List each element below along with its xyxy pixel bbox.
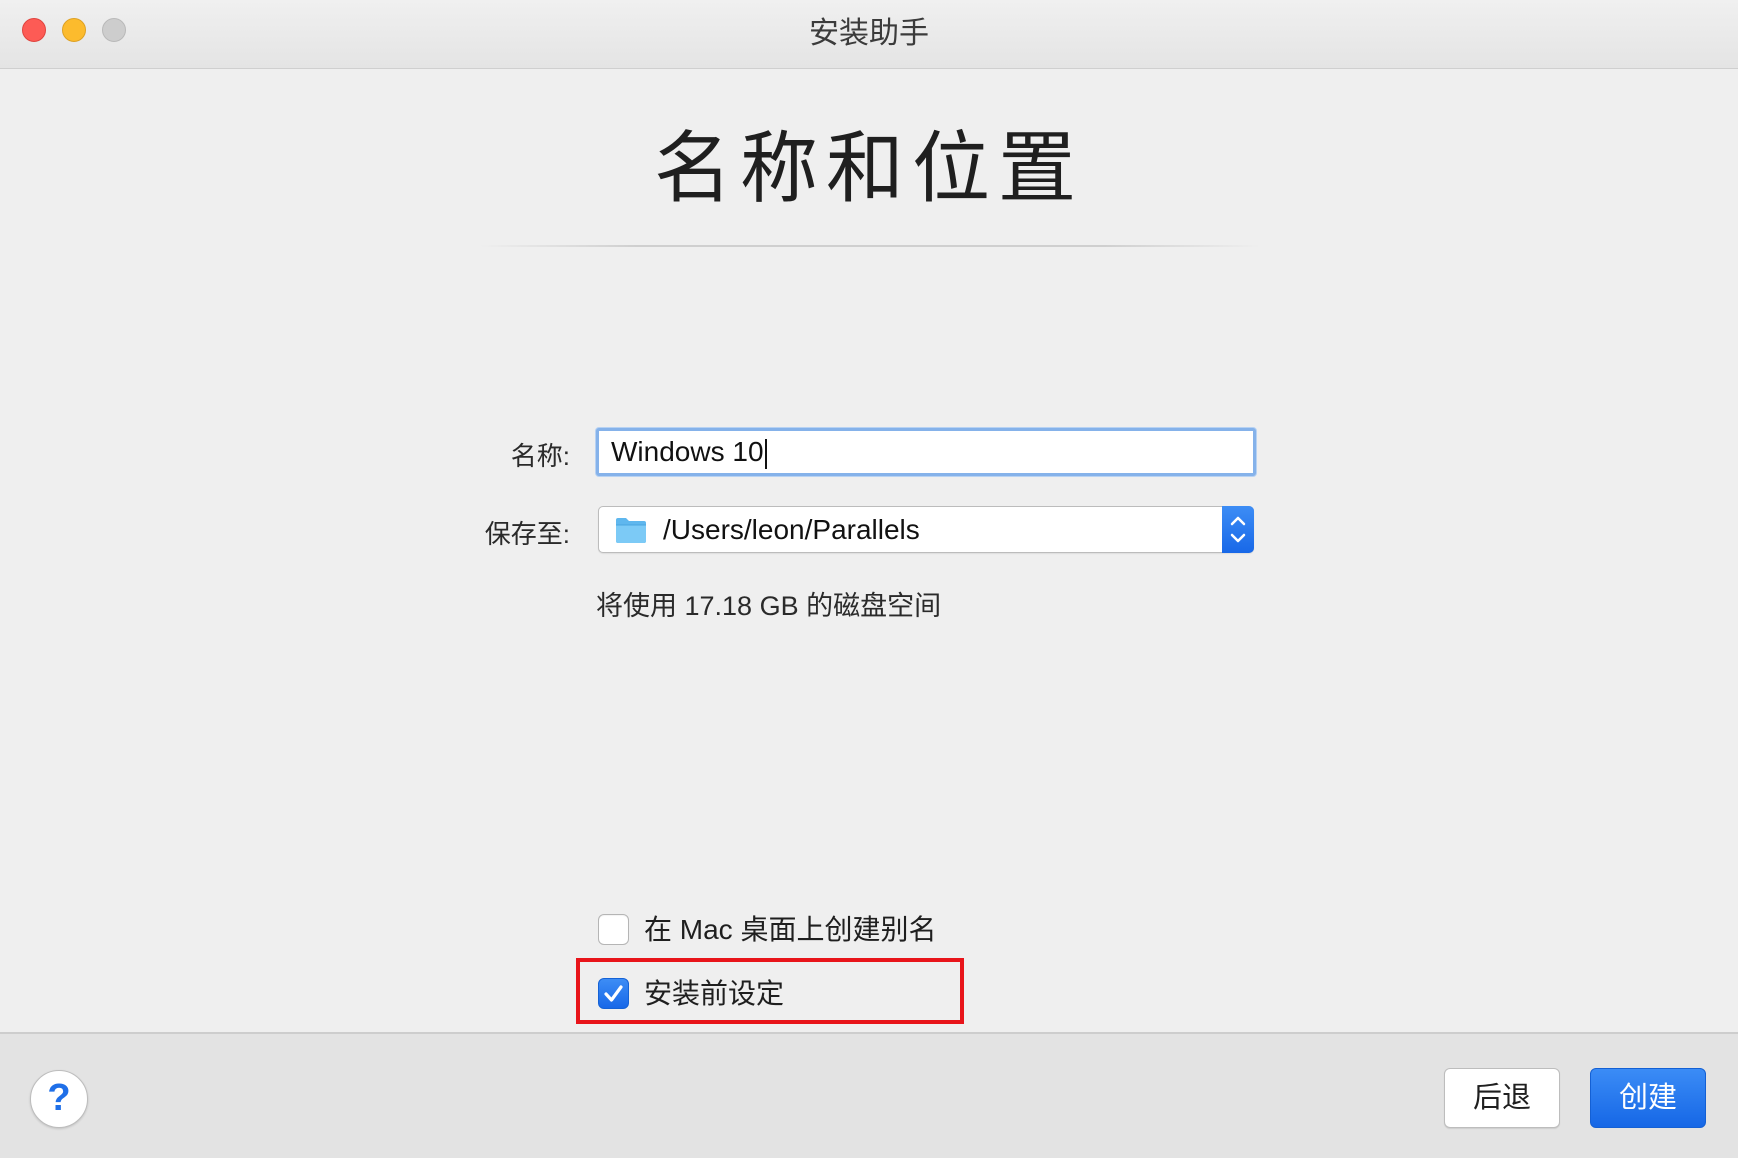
- minimize-window-button[interactable]: [62, 18, 86, 42]
- save-path-value: /Users/leon/Parallels: [663, 514, 920, 545]
- title-bar: 安装助手: [0, 0, 1738, 69]
- text-caret: [764, 438, 767, 469]
- chevron-up-down-icon: [1230, 516, 1246, 543]
- page-title: 名称和位置: [653, 124, 1084, 212]
- name-input[interactable]: Windows 10: [596, 428, 1256, 476]
- disk-usage-info: 将使用 17.18 GB 的磁盘空间: [596, 591, 942, 621]
- save-location-label: 保存至:: [484, 519, 570, 549]
- window-title: 安装助手: [809, 17, 929, 50]
- create-alias-checkbox[interactable]: [598, 914, 629, 945]
- name-input-text: Windows 10: [611, 436, 764, 467]
- back-button[interactable]: 后退: [1444, 1068, 1560, 1128]
- folder-icon: [616, 518, 646, 543]
- heading-divider: [480, 245, 1260, 247]
- zoom-window-button[interactable]: [102, 18, 126, 42]
- setup-assistant-window: 安装助手 名称和位置 名称: Windows 10 保存至: /Users/le…: [0, 0, 1738, 1158]
- annotation-highlight-box: [576, 958, 964, 1024]
- close-window-button[interactable]: [22, 18, 46, 42]
- name-label: 名称:: [510, 441, 570, 471]
- bottom-bar: ? 后退 创建: [0, 1032, 1738, 1158]
- create-button[interactable]: 创建: [1590, 1068, 1706, 1128]
- help-button[interactable]: ?: [30, 1070, 88, 1128]
- create-alias-label[interactable]: 在 Mac 桌面上创建别名: [644, 912, 936, 948]
- save-location-popup[interactable]: /Users/leon/Parallels: [598, 506, 1254, 553]
- name-input-value: Windows 10: [611, 431, 767, 473]
- path-stepper[interactable]: [1222, 506, 1254, 553]
